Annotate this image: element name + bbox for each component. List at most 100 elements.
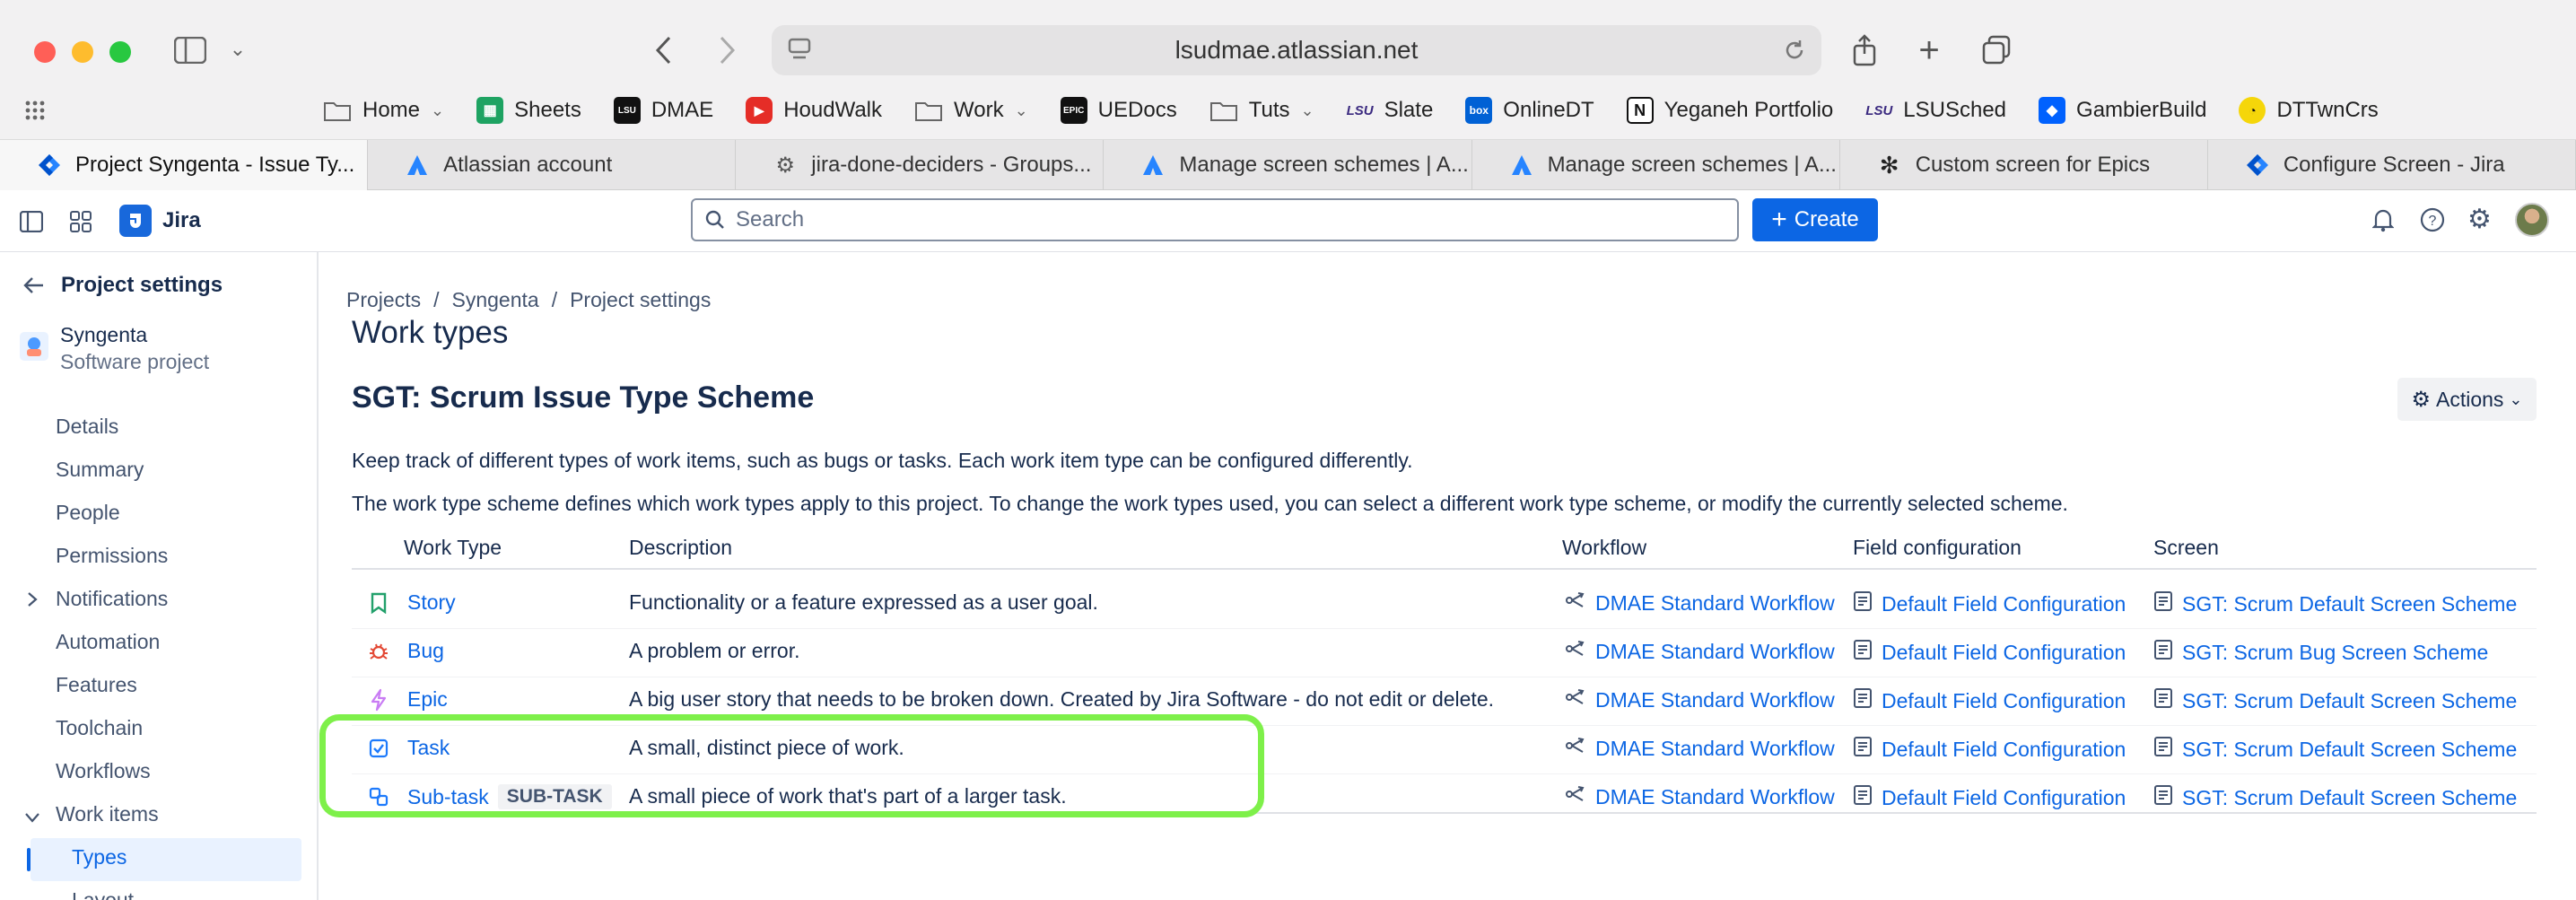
field-config-icon <box>1853 639 1873 666</box>
gear-icon: ⚙ <box>775 153 796 178</box>
screen-scheme-link[interactable]: SGT: Scrum Default Screen Scheme <box>2182 689 2517 713</box>
browser-tab-manage-screen-schemes-2[interactable]: Manage screen schemes | A... <box>1472 140 1840 190</box>
bookmark-label: Tuts <box>1248 98 1290 122</box>
help-icon[interactable]: ? <box>2420 207 2445 237</box>
field-config-cell: Default Field Configuration <box>1853 687 2126 714</box>
breadcrumb-syngenta[interactable]: Syngenta <box>451 288 538 312</box>
chevron-right-icon[interactable] <box>27 591 38 612</box>
bookmark-slate[interactable]: LSU Slate <box>1347 97 1434 124</box>
address-bar[interactable]: lsudmae.atlassian.net <box>772 25 1821 75</box>
work-type-link[interactable]: Epic <box>407 687 448 712</box>
lsu-icon: LSU <box>1865 102 1893 118</box>
actions-button[interactable]: ⚙ Actions ⌄ <box>2397 378 2537 421</box>
bookmark-dmae[interactable]: LSU DMAE <box>613 97 713 124</box>
jira-logo[interactable]: Jira <box>119 205 201 237</box>
workflow-link[interactable]: DMAE Standard Workflow <box>1595 785 1835 809</box>
breadcrumb-projects[interactable]: Projects <box>346 288 421 312</box>
highlight-annotation <box>319 714 1264 817</box>
app-switcher-icon[interactable] <box>70 211 92 237</box>
search-placeholder: Search <box>736 207 805 232</box>
work-type-link[interactable]: Story <box>407 590 456 615</box>
tab-overview-icon[interactable] <box>1978 31 2014 70</box>
field-config-link[interactable]: Default Field Configuration <box>1882 738 2126 762</box>
bookmark-onlinedt[interactable]: box OnlineDT <box>1465 97 1594 124</box>
browser-tab-manage-screen-schemes[interactable]: Manage screen schemes | A... <box>1104 140 1472 190</box>
sidebar-item-work-items[interactable]: Work items <box>56 802 159 826</box>
sidebar-item-people[interactable]: People <box>56 501 120 525</box>
browser-tab-groups[interactable]: ⚙ jira-done-deciders - Groups... <box>736 140 1105 190</box>
atlassian-icon <box>1140 152 1166 179</box>
workflow-link[interactable]: DMAE Standard Workflow <box>1595 688 1835 712</box>
sidebar-item-workflows[interactable]: Workflows <box>56 759 151 783</box>
bookmark-tuts[interactable]: Tuts ⌄ <box>1209 98 1314 123</box>
workflow-icon <box>1565 736 1586 761</box>
browser-tab-atlassian-account[interactable]: Atlassian account <box>368 140 737 190</box>
screen-scheme-link[interactable]: SGT: Scrum Bug Screen Scheme <box>2182 641 2488 665</box>
work-type-link[interactable]: Bug <box>407 639 444 663</box>
bookmark-yeganeh-portfolio[interactable]: N Yeganeh Portfolio <box>1626 97 1833 124</box>
screen-scheme-link[interactable]: SGT: Scrum Default Screen Scheme <box>2182 786 2517 810</box>
field-config-icon <box>1853 590 1873 617</box>
forward-icon[interactable] <box>709 31 745 70</box>
browser-tab-project-syngenta[interactable]: Project Syngenta - Issue Ty... <box>0 140 369 190</box>
back-icon[interactable] <box>646 31 682 70</box>
lightning-icon <box>366 688 391 712</box>
sidebar-item-types[interactable]: Types <box>72 845 127 869</box>
avatar[interactable] <box>2515 203 2549 237</box>
sidebar-item-notifications[interactable]: Notifications <box>56 587 168 611</box>
screen-scheme-link[interactable]: SGT: Scrum Default Screen Scheme <box>2182 592 2517 616</box>
sidebar-item-summary[interactable]: Summary <box>56 458 144 482</box>
bookmark-dttwncrs[interactable]: ◔ DTTwnCrs <box>2239 97 2379 124</box>
back-to-project-button[interactable]: Project settings <box>23 273 223 298</box>
minimize-window-button[interactable] <box>72 41 93 63</box>
bookmark-gambierbuild[interactable]: ◆ GambierBuild <box>2039 97 2206 124</box>
page-settings-icon[interactable] <box>788 38 811 69</box>
bookmark-work[interactable]: Work ⌄ <box>914 98 1028 123</box>
bookmark-lsusched[interactable]: LSU LSUSched <box>1865 97 2006 124</box>
breadcrumb-project-settings[interactable]: Project settings <box>570 288 711 312</box>
header-field-configuration: Field configuration <box>1853 536 2022 559</box>
sidebar-item-layout[interactable]: Layout <box>72 888 134 900</box>
sidebar-item-features[interactable]: Features <box>56 673 137 697</box>
chevron-down-icon[interactable]: ⌄ <box>224 36 251 63</box>
workflow-link[interactable]: DMAE Standard Workflow <box>1595 640 1835 664</box>
share-icon[interactable] <box>1847 31 1882 70</box>
row-divider <box>352 628 2537 629</box>
screen-scheme-link[interactable]: SGT: Scrum Default Screen Scheme <box>2182 738 2517 762</box>
screen-cell: SGT: Scrum Default Screen Scheme <box>2153 687 2517 714</box>
openai-icon: ✻ <box>1879 151 1899 179</box>
sidebar-item-automation[interactable]: Automation <box>56 630 160 654</box>
reload-icon[interactable] <box>1782 38 1807 69</box>
field-config-link[interactable]: Default Field Configuration <box>1882 592 2126 616</box>
bookmark-uedocs[interactable]: EPIC UEDocs <box>1060 97 1177 124</box>
bug-icon <box>366 641 391 662</box>
sidebar-collapse-icon[interactable] <box>19 210 44 237</box>
zoom-window-button[interactable] <box>109 41 131 63</box>
field-config-link[interactable]: Default Field Configuration <box>1882 641 2126 665</box>
sidebar-item-permissions[interactable]: Permissions <box>56 544 168 568</box>
chevron-down-icon[interactable] <box>24 811 40 827</box>
field-config-link[interactable]: Default Field Configuration <box>1882 786 2126 810</box>
grid-icon[interactable] <box>25 100 45 120</box>
sidebar-item-details[interactable]: Details <box>56 415 118 439</box>
browser-tab-configure-screen[interactable]: Configure Screen - Jira <box>2208 140 2576 190</box>
field-config-link[interactable]: Default Field Configuration <box>1882 689 2126 713</box>
new-tab-icon[interactable]: + <box>1911 31 1947 70</box>
notifications-icon[interactable] <box>2371 207 2395 239</box>
bookmark-label: HoudWalk <box>783 98 883 122</box>
tab-label: Manage screen schemes | A... <box>1547 153 1837 177</box>
workflow-cell: DMAE Standard Workflow <box>1565 736 1835 761</box>
search-input[interactable]: Search <box>691 198 1739 241</box>
create-button[interactable]: + Create <box>1752 198 1878 241</box>
workflow-link[interactable]: DMAE Standard Workflow <box>1595 591 1835 616</box>
sidebar-item-toolchain[interactable]: Toolchain <box>56 716 143 740</box>
close-window-button[interactable] <box>34 41 56 63</box>
sidebar-toggle-icon[interactable] <box>170 32 210 68</box>
workflow-cell: DMAE Standard Workflow <box>1565 784 1835 809</box>
bookmark-houdwalk[interactable]: ▶ HoudWalk <box>746 97 882 124</box>
bookmark-sheets[interactable]: ▦ Sheets <box>476 97 581 124</box>
workflow-link[interactable]: DMAE Standard Workflow <box>1595 737 1835 761</box>
browser-tab-custom-screen-epics[interactable]: ✻ Custom screen for Epics <box>1840 140 2208 190</box>
settings-icon[interactable]: ⚙ <box>2467 204 2492 235</box>
bookmark-home[interactable]: Home ⌄ <box>323 98 444 123</box>
